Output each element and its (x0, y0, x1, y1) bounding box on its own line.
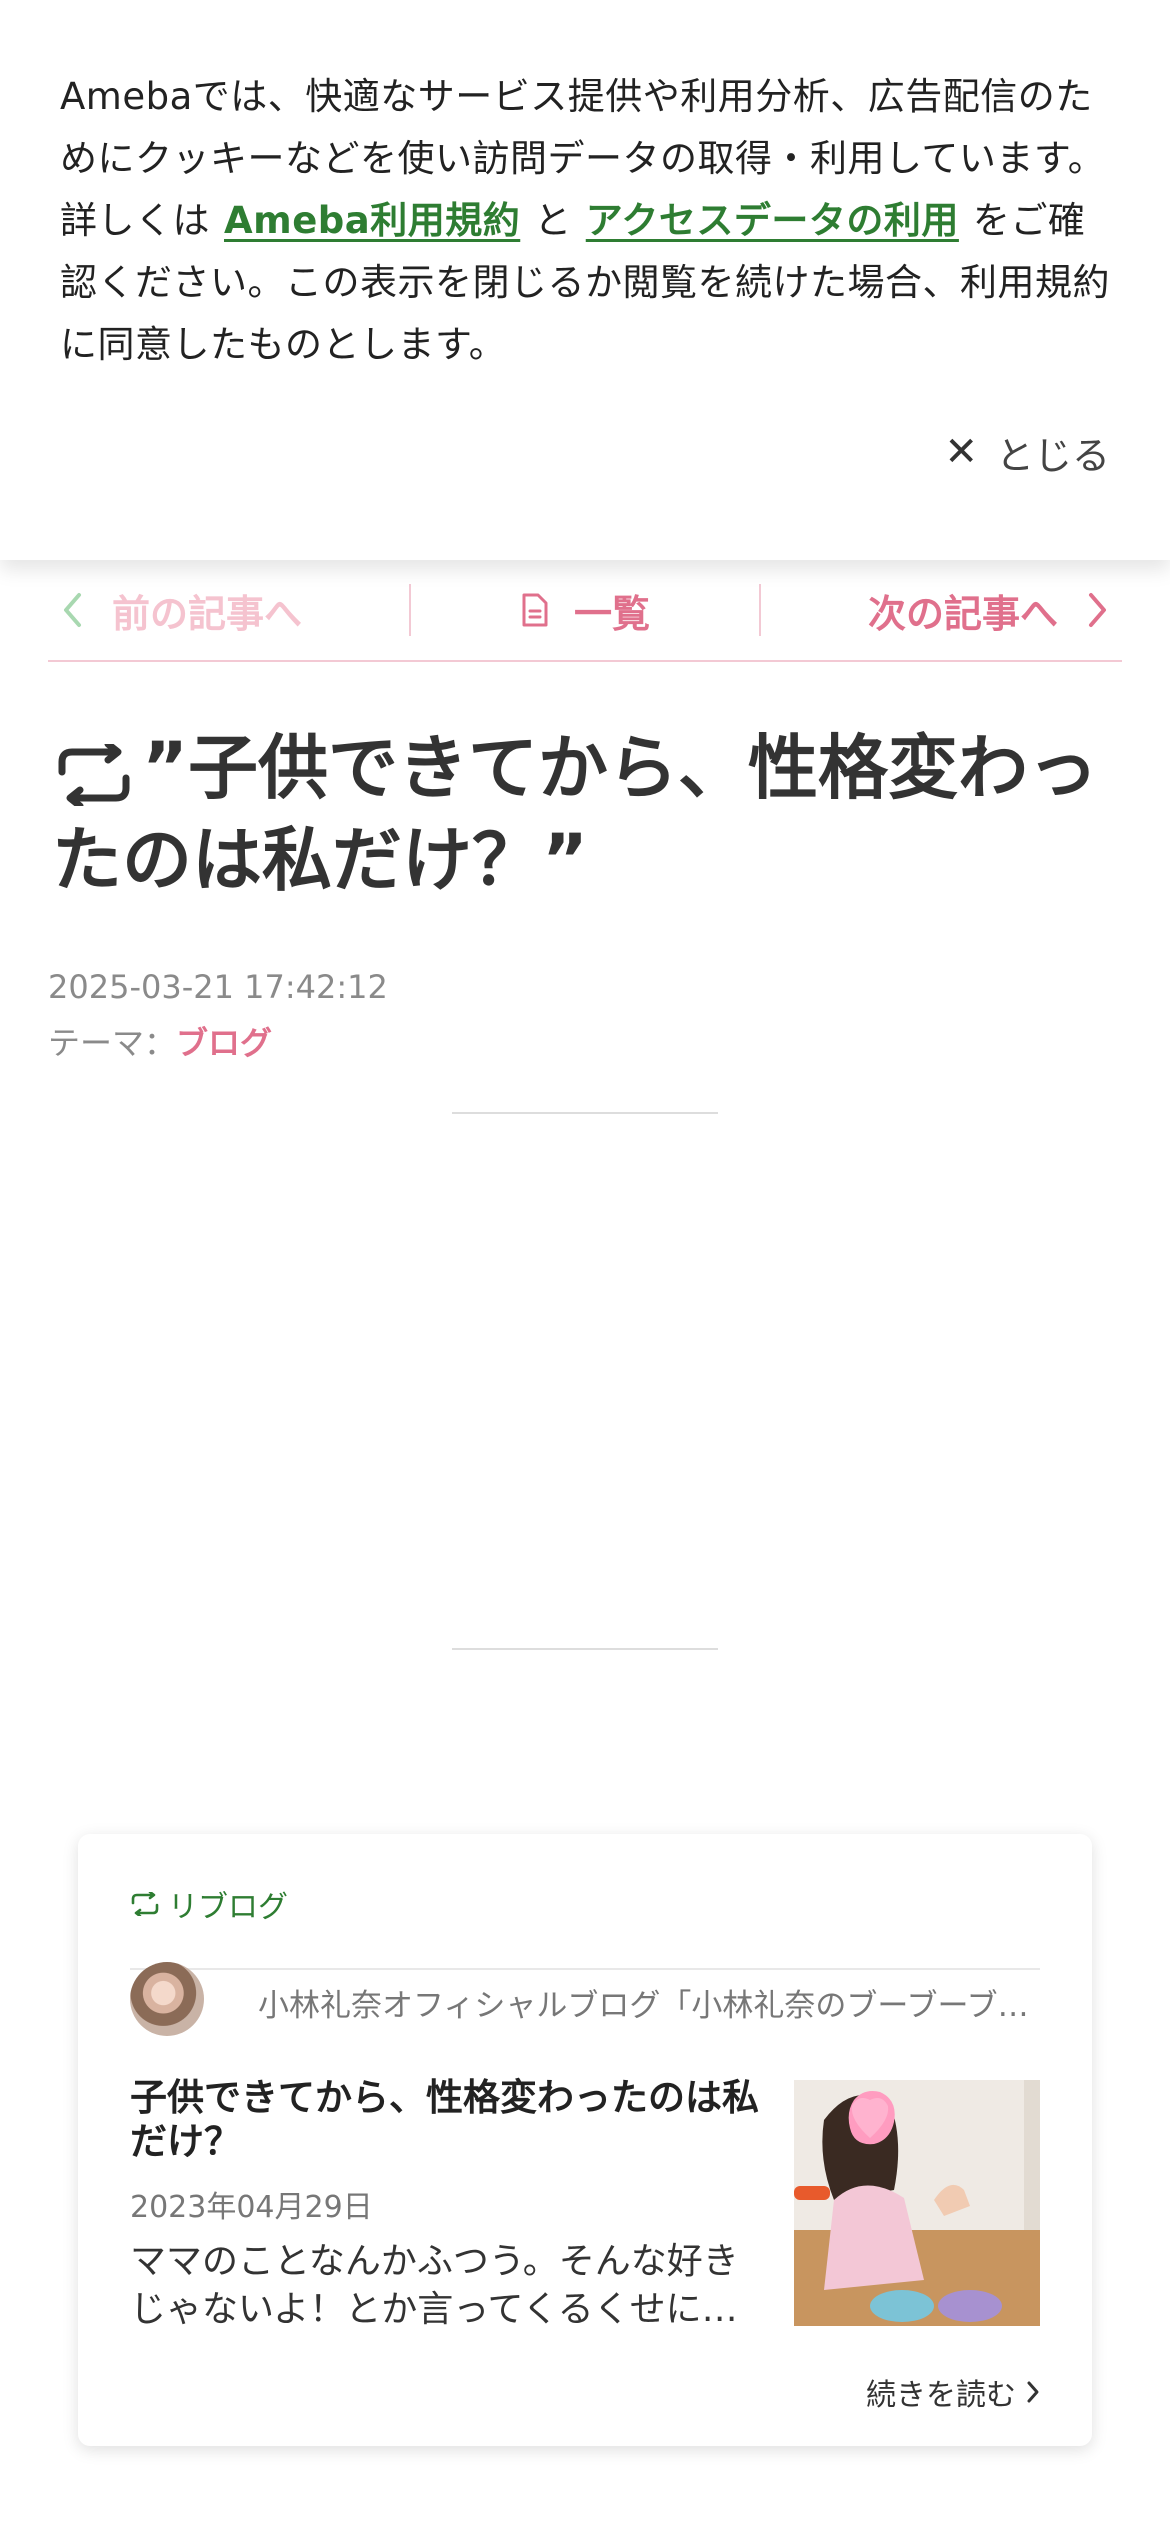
reblog-icon (131, 1892, 159, 1916)
article-list-button[interactable]: 一覧 (411, 575, 758, 645)
cookie-consent-text: Amebaでは、快適なサービス提供や利用分析、広告配信のためにクッキーなどを使い… (60, 66, 1120, 376)
blog-avatar (130, 1962, 204, 2036)
thumbnail-photo (794, 2080, 1040, 2326)
reblog-entry-title: 子供できてから、性格変わったのは私だけ？ (130, 2076, 759, 2163)
close-banner-button[interactable]: ✕ とじる (944, 422, 1110, 482)
reblog-card[interactable]: リブログ 小林礼奈オフィシャルブログ「小林礼奈のブーブーブログ」 子供できてから… (78, 1834, 1092, 2446)
next-article-button[interactable]: 次の記事へ (761, 575, 1122, 645)
theme-link[interactable]: ブログ (176, 1024, 272, 1062)
access-data-link[interactable]: アクセスデータの利用 (586, 199, 959, 242)
read-more-label: 続きを読む (866, 2378, 1016, 2413)
prev-article-label: 前の記事へ (112, 591, 303, 636)
reblog-card-label: リブログ (168, 1890, 288, 1925)
chevron-right-icon (1088, 593, 1106, 627)
chevron-right-icon (1027, 2381, 1039, 2403)
close-icon: ✕ (944, 429, 978, 475)
article-list-label: 一覧 (573, 591, 650, 636)
cookie-consent-banner: Amebaでは、快適なサービス提供や利用分析、広告配信のためにクッキーなどを使い… (0, 0, 1170, 560)
read-more-link[interactable]: 続きを読む (866, 2370, 1040, 2414)
blog-name: 小林礼奈オフィシャルブログ「小林礼奈のブーブーブログ」 (258, 1988, 1048, 2024)
next-article-label: 次の記事へ (867, 591, 1058, 636)
prev-article-button[interactable]: 前の記事へ (48, 575, 409, 645)
close-banner-label: とじる (995, 433, 1110, 478)
content-divider-top (452, 1112, 718, 1114)
article-navigation: 前の記事へ 一覧 次の記事へ (48, 560, 1122, 662)
reblog-card-header: リブログ (130, 1870, 1040, 1970)
article-theme: テーマ：ブログ (48, 1018, 272, 1064)
document-icon (522, 593, 548, 627)
theme-label: テーマ： (48, 1024, 177, 1062)
reblog-entry-date: 2023年04月29日 (130, 2190, 373, 2225)
cookie-text-connector: と (534, 199, 572, 242)
article-title: ”子供できてから、性格変わったのは私だけ？” (52, 722, 1122, 906)
article-title-text: ”子供できてから、性格変わったのは私だけ？” (52, 727, 1099, 901)
content-divider-bottom (452, 1648, 718, 1650)
reblog-entry-excerpt: ママのことなんかふつう。そんな好きじゃないよ！とか言ってくるくせに… (130, 2241, 739, 2330)
ameba-terms-link[interactable]: Ameba利用規約 (224, 199, 520, 242)
article-date: 2025-03-21 17:42:12 (48, 968, 388, 1006)
reblog-icon (58, 744, 130, 806)
chevron-left-icon (64, 593, 81, 627)
reblog-entry-thumbnail (794, 2080, 1040, 2326)
